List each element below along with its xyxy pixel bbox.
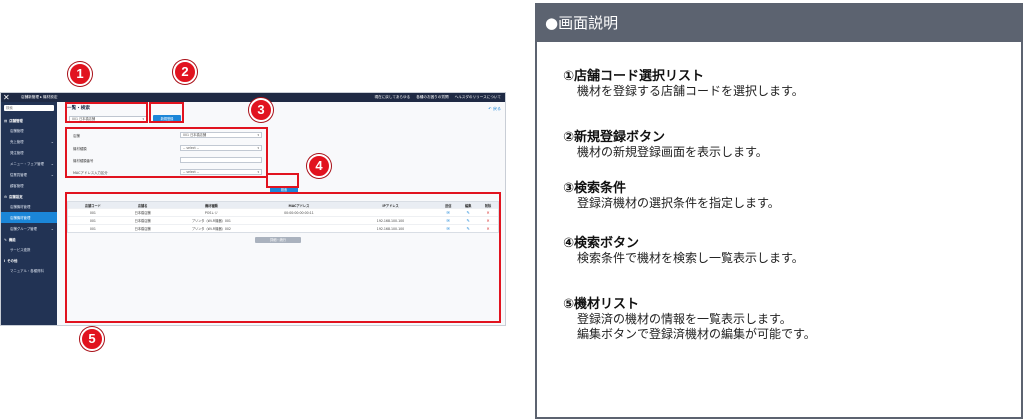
sidebar-item[interactable]: 売上管理 ⌄ (1, 136, 57, 147)
description-text: 登録済の機材の情報を一覧表示します。 (577, 312, 792, 326)
topbar-link[interactable]: ヘルスダのリリースについて (455, 95, 501, 100)
callout-badge-5: 5 (80, 327, 104, 351)
sidebar-group-store[interactable]: ▤ 店舗管理 (1, 115, 57, 125)
sidebar-item[interactable]: 店舗機材管理 (1, 201, 57, 212)
topbar-link[interactable]: 現在に戻してあらゆる (374, 95, 410, 100)
annotation-frame-1 (65, 102, 148, 123)
description-text: 機材を登録する店舗コードを選択します。 (577, 84, 804, 98)
chevron-down-icon: ⌄ (50, 139, 54, 144)
app-title: 店舗新管理 ▸ 機材設定 (21, 95, 58, 99)
sidebar: 検索 ▤ 店舗管理 店舗管理 売上管理 ⌄ 発注管理 メニュー・フェア管理 ⌄ 従業員… (1, 102, 57, 325)
description-title: ②新規登録ボタン (563, 130, 666, 145)
sidebar-item[interactable]: 顧客管理 (1, 180, 57, 191)
description-panel: ●画面説明 ①店舗コード選択リスト 機材を登録する店舗コードを選択します。 ②新… (535, 3, 1023, 419)
description-item: ⑤機材リスト 登録済の機材の情報を一覧表示します。 編集ボタンで登録済機材の編集… (563, 293, 816, 342)
sidebar-search-input[interactable]: 検索 (4, 105, 54, 111)
sidebar-item[interactable]: サービス連携 (1, 244, 57, 255)
description-item: ④検索ボタン 検索条件で機材を検索し一覧表示します。 (563, 232, 804, 266)
description-title: ③検索条件 (563, 181, 627, 196)
annotation-frame-5 (65, 192, 501, 323)
description-item: ②新規登録ボタン 機材の新規登録画面を表示します。 (563, 126, 768, 160)
chevron-down-icon: ⌄ (50, 161, 54, 166)
annotation-frame-3 (65, 127, 268, 178)
description-text: 機材の新規登録画面を表示します。 (577, 145, 768, 159)
chevron-down-icon: ⌄ (50, 172, 54, 177)
description-item: ①店舗コード選択リスト 機材を登録する店舗コードを選択します。 (563, 65, 804, 99)
sidebar-item[interactable]: メニュー・フェア管理 ⌄ (1, 158, 57, 169)
gear-icon: ⚙ (4, 194, 8, 199)
annotation-frame-4 (266, 173, 299, 188)
wrench-icon: ✎ (4, 237, 7, 242)
callout-badge-4: 4 (307, 154, 331, 178)
sidebar-item[interactable]: マニュアル・各種資料 (1, 265, 57, 276)
sidebar-group-other[interactable]: ⅰ その他 (1, 255, 57, 265)
description-title: ④検索ボタン (563, 236, 640, 251)
annotation-frame-2 (149, 102, 184, 123)
back-link[interactable]: ↶ 戻る (488, 106, 501, 112)
info-icon: ⅰ (4, 258, 6, 263)
store-icon: ▤ (4, 118, 8, 123)
callout-badge-2: 2 (173, 60, 197, 84)
sidebar-group-settings[interactable]: ⚙ 店舗設定 (1, 191, 57, 201)
description-text: 検索条件で機材を検索し一覧表示します。 (577, 251, 804, 265)
chevron-down-icon: ⌄ (50, 226, 54, 231)
sidebar-item[interactable]: 従業員管理 ⌄ (1, 169, 57, 180)
callout-badge-3: 3 (249, 98, 273, 122)
callout-badge-1: 1 (68, 62, 92, 86)
sidebar-item[interactable]: 発注管理 (1, 147, 57, 158)
description-title: ⑤機材リスト (563, 297, 640, 312)
description-text: 登録済機材の選択条件を指定します。 (577, 196, 780, 210)
description-title: ①店舗コード選択リスト (563, 69, 705, 84)
topbar-link[interactable]: 各種のお困りの質問 (416, 95, 448, 100)
sidebar-item[interactable]: 店舗管理 (1, 125, 57, 136)
sidebar-group-functions[interactable]: ✎ 機能 (1, 234, 57, 244)
sidebar-item[interactable]: 店舗グループ管理 ⌄ (1, 223, 57, 234)
sidebar-item-active[interactable]: 店舗機材管理 (1, 212, 57, 223)
description-text: 編集ボタンで登録済機材の編集が可能です。 (577, 327, 816, 341)
topbar-links: 現在に戻してあらゆる 各種のお困りの質問 ヘルスダのリリースについて (374, 95, 501, 100)
panel-header: ●画面説明 (537, 5, 1021, 42)
description-item: ③検索条件 登録済機材の選択条件を指定します。 (563, 177, 780, 211)
close-icon[interactable]: ✕ (3, 93, 10, 102)
